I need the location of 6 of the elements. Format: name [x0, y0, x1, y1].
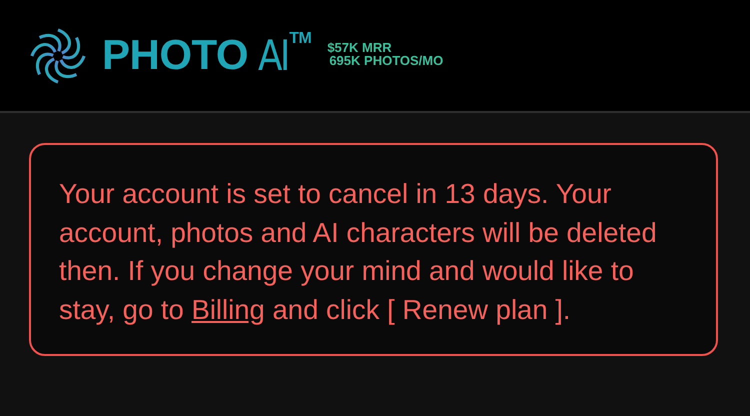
billing-link[interactable]: Billing [191, 294, 265, 324]
swirl-logo-icon [29, 26, 87, 84]
logo-text: PHOTO AI$^{TM}$ [102, 31, 312, 80]
alert-message: Your account is set to cancel in 13 days. Your account, photos and AI characters will be deleted then. If you change your mind and would like to stay, go to Billing and click [ Renew plan ]. [59, 177, 658, 327]
stat-text: $57K MRR [327, 40, 393, 54]
stat-text: 695K PHOTOS/MO [329, 54, 444, 66]
